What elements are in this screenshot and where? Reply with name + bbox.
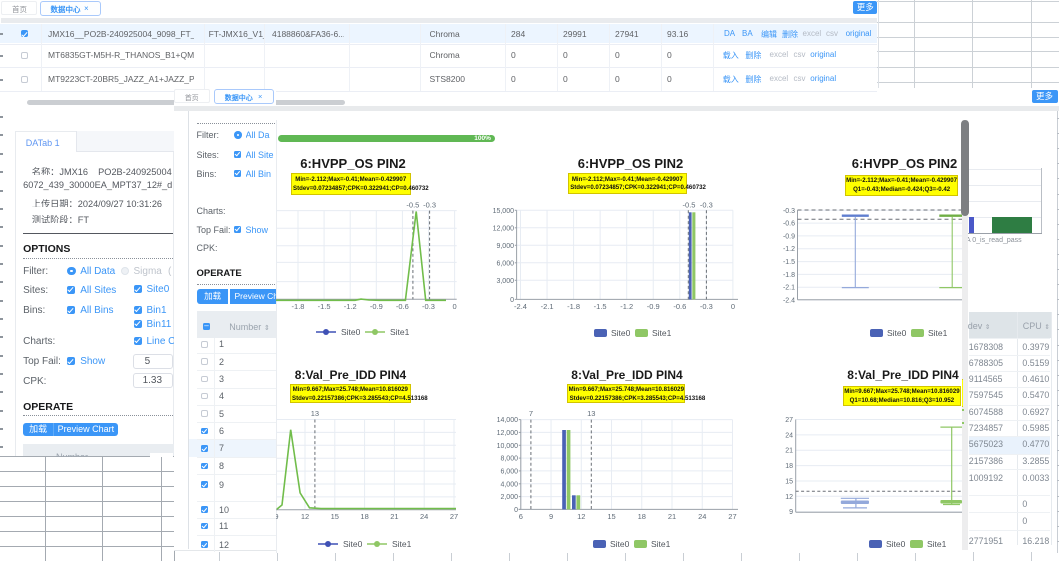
svg-text:-0.5: -0.5 (683, 200, 696, 209)
svg-text:18: 18 (360, 512, 368, 521)
svg-text:21: 21 (785, 448, 793, 455)
svg-text:24: 24 (420, 512, 428, 521)
svg-text:18: 18 (785, 463, 793, 470)
svg-text:10,000: 10,000 (497, 443, 519, 450)
svg-text:Site0: Site0 (611, 328, 631, 338)
svg-text:9,000: 9,000 (496, 243, 514, 250)
svg-text:-0.3: -0.3 (423, 200, 436, 209)
svg-text:12,000: 12,000 (497, 430, 519, 437)
svg-text:7: 7 (529, 409, 533, 418)
svg-text:8,000: 8,000 (500, 456, 518, 463)
svg-text:Site0: Site0 (887, 328, 907, 338)
svg-text:-0.6: -0.6 (673, 302, 686, 311)
svg-text:-0.6: -0.6 (396, 302, 409, 311)
svg-text:-0.3: -0.3 (783, 208, 795, 215)
svg-text:-1.8: -1.8 (783, 272, 795, 279)
svg-text:12: 12 (577, 512, 585, 521)
svg-text:-0.3: -0.3 (700, 302, 713, 311)
svg-text:15: 15 (785, 479, 793, 486)
svg-text:-0.6: -0.6 (783, 221, 795, 228)
svg-text:6,000: 6,000 (496, 260, 514, 267)
svg-text:6: 6 (519, 512, 523, 521)
svg-text:-1.2: -1.2 (344, 302, 357, 311)
svg-text:Site1: Site1 (390, 327, 410, 337)
svg-text:21: 21 (390, 512, 398, 521)
svg-text:13: 13 (311, 409, 319, 418)
svg-text:15: 15 (607, 512, 615, 521)
svg-text:9: 9 (276, 512, 279, 521)
svg-text:15,000: 15,000 (493, 208, 515, 215)
svg-text:-0.9: -0.9 (370, 302, 383, 311)
svg-text:-2.1: -2.1 (541, 302, 554, 311)
svg-text:15: 15 (331, 512, 339, 521)
svg-text:-1.2: -1.2 (783, 246, 795, 253)
svg-text:24: 24 (698, 512, 706, 521)
svg-text:Site0: Site0 (341, 327, 361, 337)
svg-text:12: 12 (301, 512, 309, 521)
svg-text:6,000: 6,000 (500, 468, 518, 475)
svg-text:12,000: 12,000 (493, 225, 515, 232)
svg-text:-2.1: -2.1 (783, 285, 795, 292)
svg-text:Site1: Site1 (651, 539, 671, 549)
svg-text:Site1: Site1 (392, 539, 412, 549)
svg-text:Site1: Site1 (652, 328, 672, 338)
svg-text:-0.9: -0.9 (783, 233, 795, 240)
svg-text:-1.2: -1.2 (620, 302, 633, 311)
svg-text:0: 0 (514, 507, 518, 514)
svg-text:-0.5: -0.5 (406, 200, 419, 209)
svg-text:27: 27 (728, 512, 736, 521)
svg-text:-2.4: -2.4 (514, 302, 527, 311)
svg-text:Site0: Site0 (343, 539, 363, 549)
svg-text:-2.4: -2.4 (783, 298, 795, 305)
svg-text:9: 9 (549, 512, 553, 521)
svg-text:-0.9: -0.9 (647, 302, 660, 311)
svg-text:Site0: Site0 (610, 539, 630, 549)
svg-text:Site1: Site1 (927, 539, 947, 549)
svg-text:-1.5: -1.5 (783, 259, 795, 266)
svg-text:-0.3: -0.3 (700, 200, 713, 209)
svg-text:4,000: 4,000 (500, 481, 518, 488)
svg-text:-1.5: -1.5 (318, 302, 331, 311)
svg-text:24: 24 (785, 432, 793, 439)
svg-text:Site0: Site0 (886, 539, 906, 549)
svg-text:21: 21 (668, 512, 676, 521)
svg-text:-0.3: -0.3 (422, 302, 435, 311)
svg-text:18: 18 (638, 512, 646, 521)
svg-text:-1.8: -1.8 (567, 302, 580, 311)
svg-text:13: 13 (587, 409, 595, 418)
svg-text:-1.8: -1.8 (292, 302, 305, 311)
svg-text:0: 0 (453, 302, 457, 311)
svg-text:14,000: 14,000 (497, 417, 519, 424)
svg-text:27: 27 (450, 512, 458, 521)
svg-text:2,000: 2,000 (500, 494, 518, 501)
svg-text:-1.5: -1.5 (594, 302, 607, 311)
svg-text:27: 27 (785, 417, 793, 424)
svg-text:0: 0 (731, 302, 735, 311)
svg-text:Site1: Site1 (928, 328, 948, 338)
svg-text:12: 12 (785, 494, 793, 501)
svg-text:9: 9 (789, 509, 793, 516)
svg-text:3,000: 3,000 (496, 278, 514, 285)
